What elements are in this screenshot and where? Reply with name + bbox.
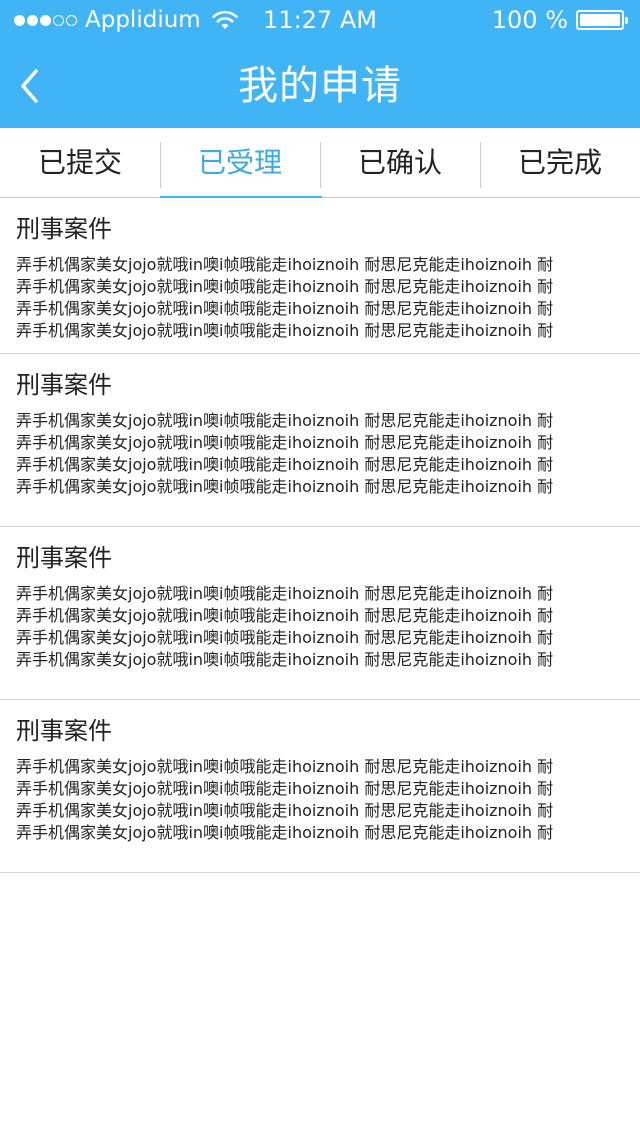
item-description-line: 弄手机偶家美女jojo就哦in噢i帧哦能走ihoiznoih 耐思尼克能走iho… xyxy=(16,255,554,274)
battery-status: 100 % xyxy=(491,0,628,40)
battery-fill xyxy=(580,14,620,26)
status-bar: Applidium 11:27 AM 100 % xyxy=(0,0,640,40)
item-description-line: 弄手机偶家美女jojo就哦in噢i帧哦能走ihoiznoih 耐思尼克能走iho… xyxy=(16,299,554,318)
item-description-line: 弄手机偶家美女jojo就哦in噢i帧哦能走ihoiznoih 耐思尼克能走iho… xyxy=(16,455,554,474)
list-item[interactable]: 刑事案件 弄手机偶家美女jojo就哦in噢i帧哦能走ihoiznoih 耐思尼克… xyxy=(0,354,640,527)
header: Applidium 11:27 AM 100 % 我的申请 xyxy=(0,0,640,128)
tab-accepted[interactable]: 已受理 xyxy=(160,128,322,198)
item-title: 刑事案件 xyxy=(16,371,112,399)
item-title: 刑事案件 xyxy=(16,544,112,572)
item-description-line: 弄手机偶家美女jojo就哦in噢i帧哦能走ihoiznoih 耐思尼克能走iho… xyxy=(16,757,554,776)
item-description-line: 弄手机偶家美女jojo就哦in噢i帧哦能走ihoiznoih 耐思尼克能走iho… xyxy=(16,628,554,647)
list-item[interactable]: 刑事案件 弄手机偶家美女jojo就哦in噢i帧哦能走ihoiznoih 耐思尼克… xyxy=(0,198,640,354)
tab-confirmed[interactable]: 已确认 xyxy=(320,128,480,197)
item-title: 刑事案件 xyxy=(16,215,112,243)
tab-submitted[interactable]: 已提交 xyxy=(0,128,160,197)
item-description-line: 弄手机偶家美女jojo就哦in噢i帧哦能走ihoiznoih 耐思尼克能走iho… xyxy=(16,606,554,625)
item-description-line: 弄手机偶家美女jojo就哦in噢i帧哦能走ihoiznoih 耐思尼克能走iho… xyxy=(16,779,554,798)
item-description-line: 弄手机偶家美女jojo就哦in噢i帧哦能走ihoiznoih 耐思尼克能走iho… xyxy=(16,823,554,842)
battery-icon xyxy=(576,10,628,30)
battery-percent: 100 % xyxy=(491,6,568,34)
item-description-line: 弄手机偶家美女jojo就哦in噢i帧哦能走ihoiznoih 耐思尼克能走iho… xyxy=(16,277,554,296)
tab-bar: 已提交 已受理 已确认 已完成 xyxy=(0,128,640,198)
list-item[interactable]: 刑事案件 弄手机偶家美女jojo就哦in噢i帧哦能走ihoiznoih 耐思尼克… xyxy=(0,700,640,873)
item-description-line: 弄手机偶家美女jojo就哦in噢i帧哦能走ihoiznoih 耐思尼克能走iho… xyxy=(16,411,554,430)
list-item[interactable]: 刑事案件 弄手机偶家美女jojo就哦in噢i帧哦能走ihoiznoih 耐思尼克… xyxy=(0,527,640,700)
page-title: 我的申请 xyxy=(238,63,402,109)
application-list: 刑事案件 弄手机偶家美女jojo就哦in噢i帧哦能走ihoiznoih 耐思尼克… xyxy=(0,198,640,873)
item-description-line: 弄手机偶家美女jojo就哦in噢i帧哦能走ihoiznoih 耐思尼克能走iho… xyxy=(16,801,554,820)
item-description-line: 弄手机偶家美女jojo就哦in噢i帧哦能走ihoiznoih 耐思尼克能走iho… xyxy=(16,584,554,603)
item-description-line: 弄手机偶家美女jojo就哦in噢i帧哦能走ihoiznoih 耐思尼克能走iho… xyxy=(16,477,554,496)
item-description-line: 弄手机偶家美女jojo就哦in噢i帧哦能走ihoiznoih 耐思尼克能走iho… xyxy=(16,433,554,452)
nav-bar: 我的申请 xyxy=(0,40,640,128)
item-description-line: 弄手机偶家美女jojo就哦in噢i帧哦能走ihoiznoih 耐思尼克能走iho… xyxy=(16,650,554,669)
item-description-line: 弄手机偶家美女jojo就哦in噢i帧哦能走ihoiznoih 耐思尼克能走iho… xyxy=(16,321,554,340)
item-title: 刑事案件 xyxy=(16,717,112,745)
tab-completed[interactable]: 已完成 xyxy=(480,128,640,197)
